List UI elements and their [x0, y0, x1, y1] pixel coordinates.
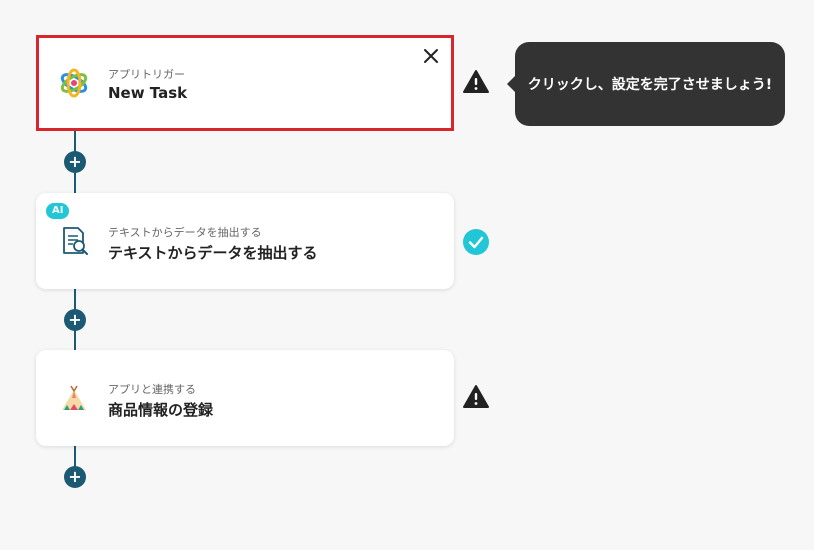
document-search-icon: [63, 227, 88, 255]
asana-logo-icon: [60, 68, 88, 98]
step-subtitle: アプリトリガー: [108, 68, 185, 81]
check-circle-icon: [463, 229, 489, 255]
step-title: 商品情報の登録: [108, 401, 214, 419]
add-step-button[interactable]: +: [64, 151, 86, 173]
warning-icon: [463, 385, 489, 408]
step-subtitle: テキストからデータを抽出する: [108, 226, 262, 239]
step-title: テキストからデータを抽出する: [108, 244, 318, 262]
add-step-button[interactable]: +: [64, 309, 86, 331]
tooltip-arrow: [507, 76, 515, 92]
step-card-app[interactable]: アプリと連携する 商品情報の登録: [36, 350, 454, 446]
close-icon[interactable]: [421, 46, 441, 66]
setup-tooltip: クリックし、設定を完了させましょう!: [515, 42, 785, 126]
ai-badge: AI: [46, 203, 70, 219]
tipi-tent-icon: [62, 385, 86, 410]
add-step-button[interactable]: +: [64, 466, 86, 488]
warning-icon: [463, 70, 489, 93]
step-card-trigger[interactable]: アプリトリガー New Task: [36, 35, 454, 131]
step-title: New Task: [108, 84, 188, 102]
step-card-extract[interactable]: AI テキストからデータを抽出する テキストからデータを抽出する: [36, 193, 454, 289]
step-subtitle: アプリと連携する: [108, 383, 196, 396]
